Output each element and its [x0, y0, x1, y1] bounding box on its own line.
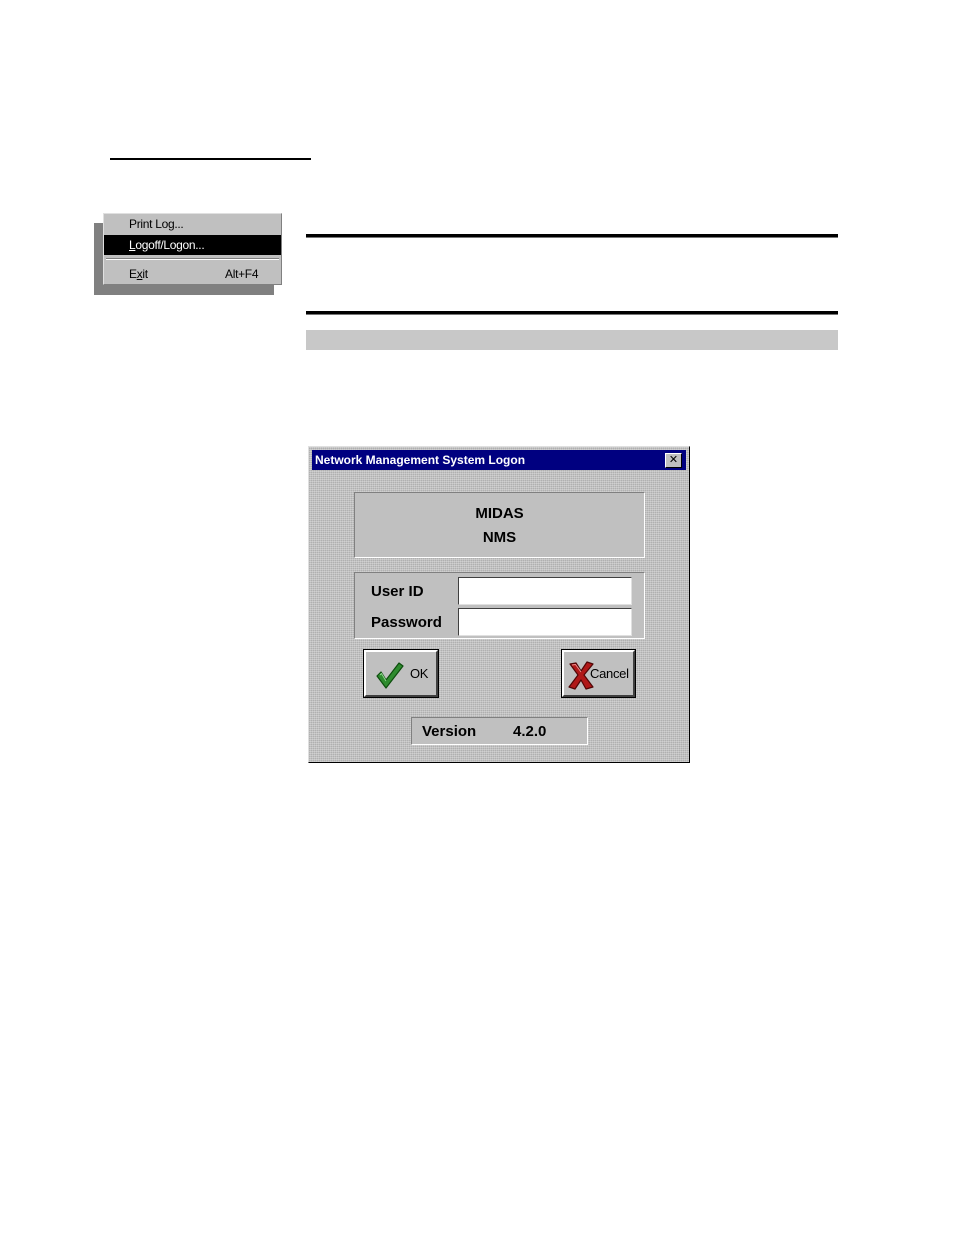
menu-item-label-end: it	[142, 267, 148, 281]
password-label: Password	[371, 614, 442, 631]
check-icon	[376, 662, 404, 689]
menu-separator	[106, 258, 279, 260]
header-rule-bottom	[306, 311, 838, 315]
cancel-button-label: Cancel	[590, 666, 629, 681]
close-icon: ✕	[668, 454, 679, 466]
dialog-titlebar[interactable]: Network Management System Logon ✕	[312, 450, 686, 470]
menu-item-print-log[interactable]: Print Log...	[104, 214, 281, 234]
section-rule	[110, 158, 311, 160]
user-id-label: User ID	[371, 583, 424, 600]
version-label: Version	[422, 723, 477, 740]
password-field[interactable]	[458, 608, 632, 636]
version-panel: Version 4.2.0	[411, 717, 588, 745]
brand-name: MIDAS	[475, 505, 524, 522]
menu-item-accelerator: Alt+F4	[225, 267, 259, 281]
ok-button[interactable]: OK	[363, 649, 439, 698]
header-rule-top	[306, 234, 838, 238]
header-shade-bar	[306, 330, 838, 350]
menu-item-label: Print Log...	[129, 217, 184, 231]
user-id-field[interactable]	[458, 577, 632, 605]
version-value: 4.2.0	[513, 723, 547, 740]
menu-item-label-start: E	[129, 267, 137, 281]
menu-item-label: ogoff/Logon...	[135, 238, 205, 252]
brand-panel: MIDAS NMS	[354, 492, 645, 558]
close-button[interactable]: ✕	[665, 453, 682, 468]
brand-subtitle: NMS	[482, 529, 517, 546]
dialog-title: Network Management System Logon	[315, 453, 526, 467]
cancel-button[interactable]: Cancel	[561, 649, 636, 698]
menu-item-exit[interactable]: Exit Alt+F4	[104, 264, 281, 284]
menu-item-logoff-logon[interactable]: Logoff/Logon...	[104, 235, 281, 255]
credentials-panel: User ID Password	[354, 572, 645, 639]
logon-dialog: Network Management System Logon ✕ MIDAS …	[308, 446, 690, 763]
ok-button-label: OK	[410, 666, 429, 681]
file-menu: Print Log... Logoff/Logon... Exit Alt+F4	[103, 213, 282, 285]
